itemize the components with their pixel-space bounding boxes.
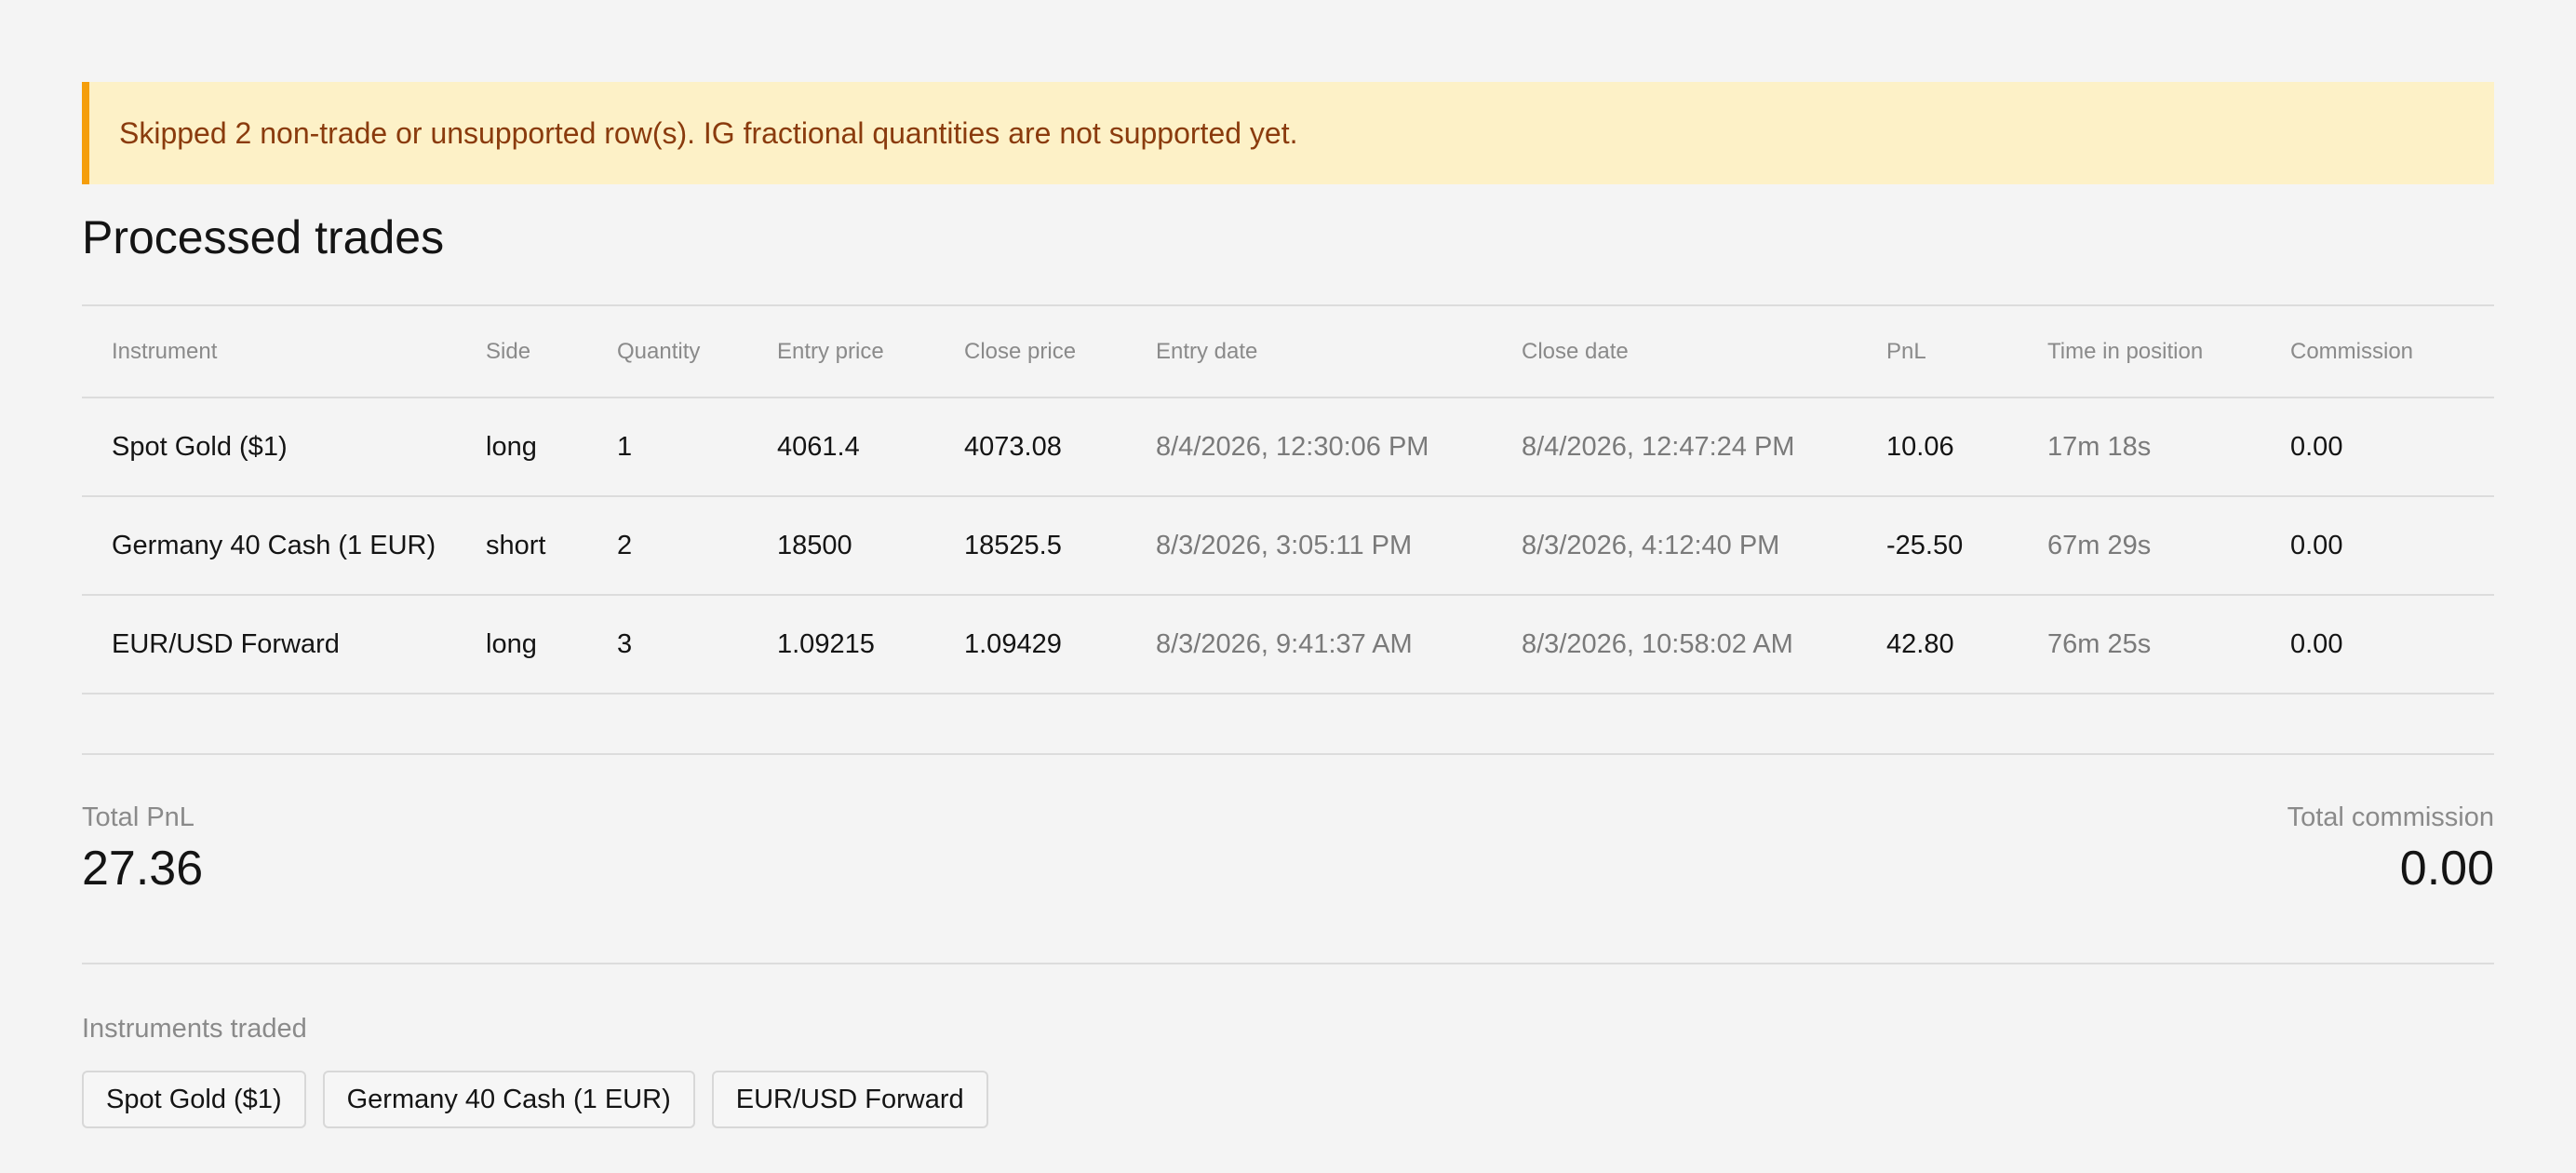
column-header-close-date: Close date [1522,304,1886,398]
column-header-commission: Commission [2290,304,2494,398]
column-header-quantity: Quantity [617,304,777,398]
column-header-pnl: PnL [1886,304,2047,398]
cell-commission: 0.00 [2290,595,2494,694]
cell-close-price: 1.09429 [964,595,1156,694]
cell-side: long [486,595,617,694]
column-header-time-in-position: Time in position [2047,304,2290,398]
instrument-chip-eur-usd[interactable]: EUR/USD Forward [711,1071,988,1128]
table-row: Spot Gold ($1) long 1 4061.4 4073.08 8/4… [82,398,2494,497]
cell-entry-price: 1.09215 [777,595,964,694]
warning-text: Skipped 2 non-trade or unsupported row(s… [119,115,1298,150]
page-title: Processed trades [82,211,445,263]
cell-entry-date: 8/3/2026, 9:41:37 AM [1156,595,1522,694]
cell-side: short [486,496,617,596]
trades-table: Instrument Side Quantity Entry price Clo… [82,304,2494,694]
cell-time-in-position: 76m 25s [2047,595,2290,694]
summary-divider-bottom [82,963,2494,964]
cell-time-in-position: 67m 29s [2047,496,2290,596]
column-header-entry-date: Entry date [1156,304,1522,398]
table-row: Germany 40 Cash (1 EUR) short 2 18500 18… [82,496,2494,596]
cell-instrument: Germany 40 Cash (1 EUR) [82,496,486,596]
column-header-instrument: Instrument [82,304,486,398]
instrument-chip-germany-40[interactable]: Germany 40 Cash (1 EUR) [322,1071,695,1128]
cell-side: long [486,398,617,497]
cell-close-date: 8/3/2026, 4:12:40 PM [1522,496,1886,596]
page: Skipped 2 non-trade or unsupported row(s… [0,0,2576,1173]
cell-close-date: 8/3/2026, 10:58:02 AM [1522,595,1886,694]
cell-close-price: 4073.08 [964,398,1156,497]
cell-pnl: 42.80 [1886,595,2047,694]
cell-pnl: 10.06 [1886,398,2047,497]
cell-commission: 0.00 [2290,496,2494,596]
cell-quantity: 3 [617,595,777,694]
summary-divider-top [82,753,2494,755]
cell-entry-price: 4061.4 [777,398,964,497]
cell-quantity: 2 [617,496,777,596]
cell-close-date: 8/4/2026, 12:47:24 PM [1522,398,1886,497]
cell-entry-date: 8/3/2026, 3:05:11 PM [1156,496,1522,596]
cell-instrument: EUR/USD Forward [82,595,486,694]
total-pnl-label: Total PnL [82,802,195,832]
table-header-row: Instrument Side Quantity Entry price Clo… [82,304,2494,398]
cell-close-price: 18525.5 [964,496,1156,596]
instrument-chip-spot-gold[interactable]: Spot Gold ($1) [82,1071,306,1128]
total-pnl-value: 27.36 [82,842,204,896]
total-commission-value: 0.00 [2399,842,2494,896]
instrument-chips: Spot Gold ($1) Germany 40 Cash (1 EUR) E… [82,1071,988,1128]
instruments-traded-label: Instruments traded [82,1014,307,1044]
cell-quantity: 1 [617,398,777,497]
cell-pnl: -25.50 [1886,496,2047,596]
cell-entry-price: 18500 [777,496,964,596]
warning-banner: Skipped 2 non-trade or unsupported row(s… [82,82,2494,184]
cell-time-in-position: 17m 18s [2047,398,2290,497]
column-header-close-price: Close price [964,304,1156,398]
column-header-side: Side [486,304,617,398]
cell-commission: 0.00 [2290,398,2494,497]
cell-instrument: Spot Gold ($1) [82,398,486,497]
total-commission-label: Total commission [2287,802,2494,832]
cell-entry-date: 8/4/2026, 12:30:06 PM [1156,398,1522,497]
table-row: EUR/USD Forward long 3 1.09215 1.09429 8… [82,595,2494,694]
column-header-entry-price: Entry price [777,304,964,398]
